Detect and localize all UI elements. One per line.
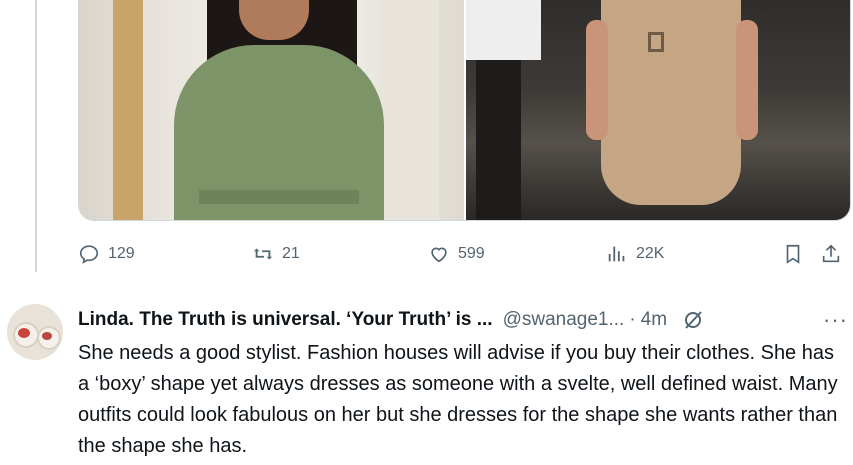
bookmark-button[interactable] — [782, 243, 804, 265]
avatar-strawberries — [18, 328, 30, 338]
reply-handle[interactable]: @swanage1... — [503, 309, 625, 331]
arm-right — [735, 20, 758, 140]
views-button[interactable]: 22K — [606, 243, 664, 265]
beige-trench-dress — [600, 0, 741, 205]
reply-display-name[interactable]: Linda. The Truth is universal. ‘Your Tru… — [78, 309, 493, 331]
reply-button[interactable]: 129 — [78, 243, 135, 265]
repost-icon — [253, 248, 273, 260]
reply-timestamp[interactable]: 4m — [641, 309, 667, 331]
like-count: 599 — [458, 245, 485, 262]
background-door — [379, 0, 439, 220]
share-button[interactable] — [820, 243, 842, 265]
like-button[interactable]: 599 — [428, 243, 485, 265]
background-pillar — [113, 0, 143, 220]
reply-icon — [79, 245, 99, 264]
reply-text: She needs a good stylist. Fashion houses… — [78, 342, 838, 457]
repost-button[interactable]: 21 — [252, 243, 300, 265]
grok-icon[interactable] — [681, 308, 705, 332]
avatar-fruit-2 — [42, 332, 52, 340]
reply-header: Linda. The Truth is universal. ‘Your Tru… — [78, 306, 848, 334]
heart-icon — [431, 247, 447, 263]
tweet-action-bar: 129 21 599 22K — [78, 243, 848, 269]
bookmark-icon — [786, 244, 800, 264]
reply-count: 129 — [108, 245, 135, 262]
tweet-media-grid — [78, 0, 851, 221]
reply-author-avatar[interactable] — [7, 304, 63, 360]
repost-count: 21 — [282, 245, 300, 262]
person-dark-legs — [475, 60, 521, 220]
dress-belt-buckle — [647, 32, 664, 52]
views-chart-icon — [608, 246, 625, 262]
dress-belt — [199, 190, 359, 204]
separator-dot: · — [629, 309, 636, 330]
arm-left — [585, 20, 608, 140]
person-white-shirt — [465, 0, 541, 60]
share-icon — [822, 244, 840, 263]
media-image-left[interactable] — [79, 0, 464, 220]
more-options-icon[interactable]: ··· — [823, 307, 848, 333]
thread-connector-line — [35, 0, 37, 272]
views-count: 22K — [636, 245, 665, 262]
media-image-right[interactable] — [465, 0, 850, 220]
